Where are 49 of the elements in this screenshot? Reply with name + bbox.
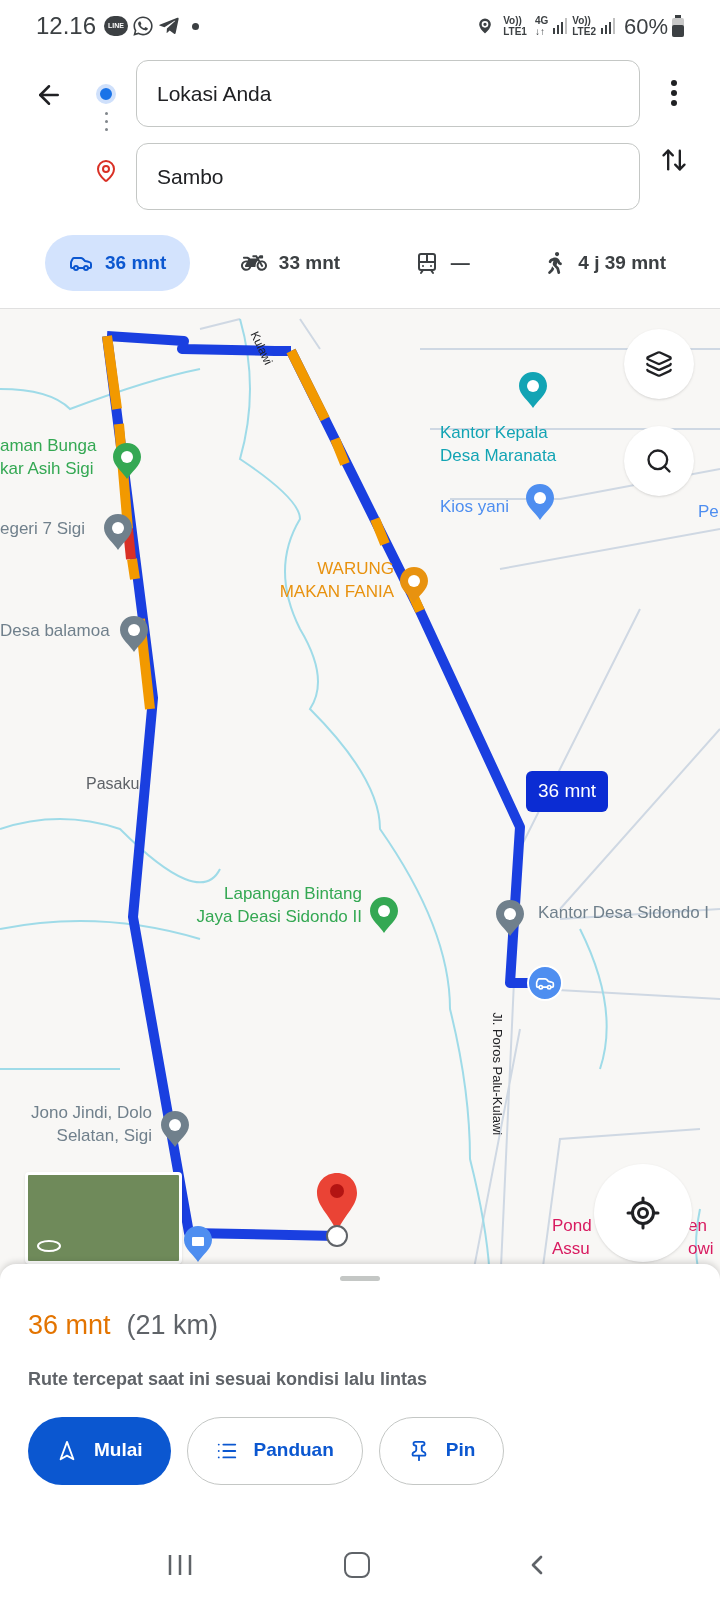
origin-field[interactable]: Lokasi Anda bbox=[136, 60, 640, 127]
route-distance: (21 km) bbox=[126, 1309, 219, 1342]
place-label: Kantor Desa Sidondo I bbox=[538, 902, 710, 924]
route-time-label: 36 mnt bbox=[526, 771, 609, 812]
place-label: en owi bbox=[688, 1215, 714, 1260]
place-label: Kantor Kepala Desa Maranata bbox=[440, 422, 557, 467]
travel-mode-tab[interactable]: — bbox=[390, 235, 494, 291]
drag-handle[interactable] bbox=[340, 1276, 380, 1281]
more-options-button[interactable] bbox=[671, 80, 677, 106]
route-note: Rute tercepat saat ini sesuai kondisi lalu lintas bbox=[28, 1367, 429, 1391]
network-indicator: 4G ↓↑ bbox=[534, 15, 549, 37]
street-view-photo-placeholder[interactable] bbox=[25, 1172, 182, 1264]
battery-percent: 60% bbox=[623, 12, 668, 41]
more-options-icon bbox=[671, 80, 677, 106]
signal-icon bbox=[552, 17, 569, 35]
place-label: WARUNG MAKAN FANIA bbox=[279, 558, 394, 603]
network-indicator: Vo)) LTE1 bbox=[503, 15, 527, 37]
action-button[interactable]: Mulai bbox=[28, 1416, 171, 1485]
route-duration: 36 mnt bbox=[28, 1309, 111, 1342]
signal-icon bbox=[599, 17, 616, 35]
place-label: Pasaku bbox=[86, 774, 140, 794]
destination-field[interactable]: Sambo bbox=[136, 143, 640, 210]
place-label: Pond Assu bbox=[552, 1215, 592, 1260]
telegram-icon bbox=[158, 15, 180, 37]
place-label: Jono Jindi, Dolo Selatan, Sigi bbox=[31, 1102, 152, 1147]
travel-mode-tab[interactable]: 36 mnt bbox=[45, 235, 191, 291]
search-button[interactable] bbox=[624, 426, 694, 496]
destination-pin-icon bbox=[94, 159, 118, 183]
place-label: Desa balamoa bbox=[0, 620, 110, 642]
travel-mode-tab[interactable]: 33 mnt bbox=[216, 235, 365, 291]
place-label: Kios yani bbox=[440, 496, 509, 518]
place-label: egeri 7 Sigi bbox=[0, 518, 86, 540]
home-icon[interactable] bbox=[344, 1552, 370, 1578]
road-label: Jl. Poros Palu-Kulawi bbox=[489, 1012, 507, 1136]
destination-marker-icon bbox=[314, 1171, 360, 1249]
place-label: aman Bunga kar Asih Sigi bbox=[0, 435, 97, 480]
car-marker-icon bbox=[527, 965, 563, 1001]
layers-button[interactable] bbox=[624, 329, 694, 399]
search-icon bbox=[645, 447, 673, 475]
place-label: Pe bbox=[698, 501, 719, 523]
network-indicator: Vo)) LTE2 bbox=[572, 15, 596, 37]
place-label: Lapangan Bintang Jaya Deasi Sidondo II bbox=[196, 883, 362, 928]
recent-apps-icon[interactable] bbox=[167, 1553, 194, 1577]
layers-icon bbox=[645, 350, 673, 378]
battery-icon bbox=[672, 15, 684, 37]
whatsapp-icon bbox=[132, 15, 154, 37]
status-time: 12.16 bbox=[36, 11, 97, 41]
my-location-icon bbox=[625, 1195, 661, 1231]
travel-mode-tab[interactable]: 4 j 39 mnt bbox=[520, 235, 690, 291]
